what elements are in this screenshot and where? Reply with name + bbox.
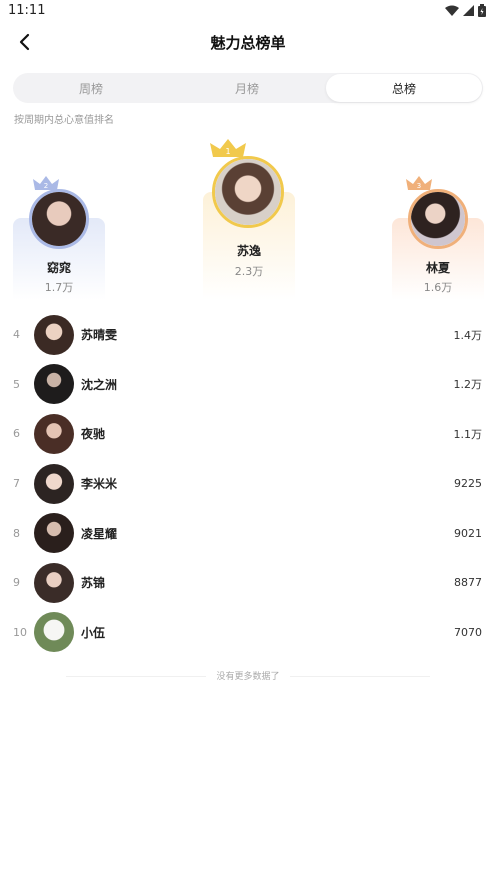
status-icons [445, 4, 486, 17]
list-item[interactable]: 10 小伍 7070 [0, 608, 496, 658]
list-end-footer: 没有更多数据了 [0, 669, 496, 683]
user-name: 凌星耀 [81, 526, 118, 541]
avatar [34, 513, 74, 554]
charm-value: 8877 [454, 576, 482, 590]
rank-number: 10 [13, 625, 27, 639]
avatar [34, 413, 74, 454]
charm-value: 1.1万 [453, 427, 483, 441]
tab-total[interactable]: 总榜 [326, 74, 482, 102]
rank-number: 4 [13, 328, 20, 342]
charm-value: 9021 [454, 526, 482, 540]
user-name: 小伍 [81, 625, 106, 640]
podium-name-third: 林夏 [425, 261, 450, 275]
charm-value: 1.2万 [453, 378, 483, 392]
user-name: 李米米 [81, 477, 118, 492]
avatar [34, 364, 74, 405]
ranking-list: 4 苏晴雯 1.4万 5 沈之洲 1.2万 6 夜驰 1.1万 7 李米米 92… [0, 310, 496, 657]
charm-value: 1.4万 [453, 328, 483, 342]
podium-name-first: 苏逸 [236, 244, 261, 258]
avatar [34, 562, 74, 603]
crown-rank-first: 1 [225, 147, 230, 156]
ranking-subtitle: 按周期内总心意值排名 [14, 115, 114, 126]
list-item[interactable]: 8 凌星耀 9021 [0, 508, 496, 558]
status-bar: 11:11 [0, 0, 496, 22]
page-title: 魅力总榜单 [210, 34, 286, 52]
avatar [34, 612, 74, 653]
rank-number: 9 [13, 576, 20, 590]
podium-value-first: 2.3万 [234, 265, 264, 278]
battery-icon [478, 4, 486, 17]
list-item[interactable]: 5 沈之洲 1.2万 [0, 360, 496, 410]
list-item[interactable]: 6 夜驰 1.1万 [0, 409, 496, 459]
user-name: 沈之洲 [81, 377, 118, 392]
podium-value-second: 1.7万 [44, 281, 74, 294]
rank-number: 5 [13, 377, 20, 391]
status-time: 11:11 [8, 3, 46, 18]
nav-bar: 魅力总榜单 [0, 22, 496, 62]
charm-value: 7070 [454, 625, 482, 639]
avatar-third[interactable] [408, 189, 468, 249]
rank-number: 8 [13, 526, 20, 540]
crown-rank-third: 3 [417, 182, 421, 190]
wifi-icon [445, 5, 459, 16]
user-name: 苏晴雯 [81, 328, 118, 343]
user-name: 夜驰 [81, 427, 106, 442]
avatar-second[interactable] [29, 189, 89, 249]
rank-number: 6 [13, 427, 20, 441]
user-name: 苏锦 [81, 576, 106, 591]
list-item[interactable]: 4 苏晴雯 1.4万 [0, 310, 496, 360]
tab-monthly[interactable]: 月榜 [169, 73, 325, 103]
avatar [34, 314, 74, 355]
footer-divider-right [290, 676, 430, 677]
crown-rank-second: 2 [44, 182, 48, 190]
rank-number: 7 [13, 477, 20, 491]
podium-name-second: 窈窕 [46, 261, 71, 275]
list-item[interactable]: 9 苏锦 8877 [0, 558, 496, 608]
avatar-first[interactable] [212, 156, 284, 228]
tab-weekly[interactable]: 周榜 [13, 73, 169, 103]
charm-value: 9225 [454, 477, 482, 491]
podium-value-third: 1.6万 [423, 281, 453, 294]
period-tabs: 周榜 月榜 总榜 [13, 73, 483, 103]
list-item[interactable]: 7 李米米 9225 [0, 459, 496, 509]
avatar [34, 463, 74, 504]
signal-icon [463, 5, 474, 16]
